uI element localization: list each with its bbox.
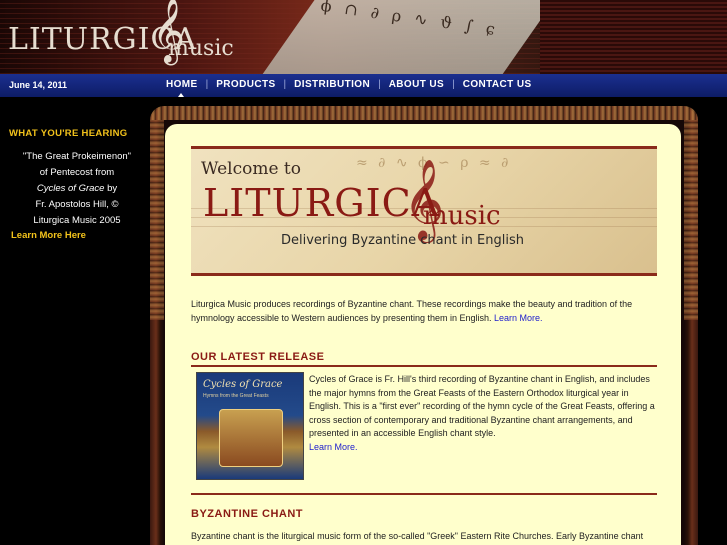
intro-paragraph: Liturgica Music produces recordings of B… bbox=[191, 297, 661, 325]
main-navbar: June 14, 2011 HOME | PRODUCTS | DISTRIBU… bbox=[0, 74, 727, 97]
section-divider bbox=[191, 493, 657, 495]
banner-music-word: music bbox=[423, 201, 501, 231]
nav-separator: | bbox=[283, 79, 287, 90]
track-source: of Pentecost from bbox=[39, 167, 115, 178]
frame-ornament-top bbox=[150, 106, 698, 120]
nav-home[interactable]: HOME bbox=[166, 79, 198, 90]
learn-more-here-link[interactable]: Learn More Here bbox=[11, 230, 86, 241]
main-content: ≈ ∂ ∿ ϕ ∽ ρ ≈ ∂ Welcome to LITURGICA 𝄞 m… bbox=[165, 124, 681, 545]
icon-artwork bbox=[219, 409, 283, 467]
header-stripe-decoration bbox=[540, 0, 727, 74]
logo-music-word: music bbox=[168, 36, 234, 61]
artist-credit: Fr. Apostolos Hill, © bbox=[35, 199, 119, 210]
welcome-banner: ≈ ∂ ∿ ϕ ∽ ρ ≈ ∂ Welcome to LITURGICA 𝄞 m… bbox=[191, 146, 657, 276]
album-by: by bbox=[104, 183, 118, 194]
release-text: Cycles of Grace is Fr. Hill's third reco… bbox=[309, 374, 655, 438]
latest-release-heading: OUR LATEST RELEASE bbox=[191, 351, 325, 363]
left-sidebar: WHAT YOU'RE HEARING "The Great Prokeimen… bbox=[0, 97, 150, 545]
banner-welcome-text: Welcome to bbox=[201, 159, 301, 179]
album-cover-subtitle: Hymns from the Great Feasts bbox=[203, 393, 269, 399]
now-playing-description: "The Great Prokeimenon" of Pentecost fro… bbox=[6, 149, 148, 229]
album-cover-title: Cycles of Grace bbox=[203, 379, 283, 390]
nav-distribution[interactable]: DISTRIBUTION bbox=[294, 79, 370, 90]
active-nav-indicator-icon bbox=[178, 93, 184, 97]
nav-separator: | bbox=[378, 79, 381, 90]
track-title: "The Great Prokeimenon" bbox=[22, 151, 132, 162]
byzantine-chant-paragraph: Byzantine chant is the liturgical music … bbox=[191, 531, 644, 541]
site-header: ϕ ∩ ∂ ρ ∿ ϑ ∫ ɕ LITURGICA 𝄞 music bbox=[0, 0, 727, 74]
copyright-line: Liturgica Music 2005 bbox=[33, 215, 121, 226]
intro-learn-more-link[interactable]: Learn More. bbox=[494, 313, 543, 323]
frame-ornament-left bbox=[150, 120, 164, 320]
album-credit: Cycles of Grace by bbox=[6, 181, 148, 197]
nav-menu: HOME | PRODUCTS | DISTRIBUTION | ABOUT U… bbox=[166, 79, 532, 90]
site-logo[interactable]: LITURGICA 𝄞 music bbox=[8, 0, 234, 63]
now-playing-heading: WHAT YOU'RE HEARING bbox=[9, 128, 128, 139]
album-name: Cycles of Grace bbox=[36, 183, 105, 194]
current-date: June 14, 2011 bbox=[9, 80, 68, 90]
nav-separator: | bbox=[205, 79, 209, 90]
nav-products[interactable]: PRODUCTS bbox=[216, 79, 275, 90]
section-divider bbox=[191, 365, 657, 367]
nav-separator: | bbox=[452, 79, 455, 90]
banner-tagline: Delivering Byzantine chant in English bbox=[281, 233, 524, 248]
intro-text: Liturgica Music produces recordings of B… bbox=[191, 299, 633, 323]
album-cover-image[interactable]: Cycles of Grace Hymns from the Great Fea… bbox=[196, 372, 304, 480]
nav-about-us[interactable]: ABOUT US bbox=[389, 79, 444, 90]
byzantine-chant-heading: BYZANTINE CHANT bbox=[191, 508, 303, 520]
release-description: Cycles of Grace is Fr. Hill's third reco… bbox=[309, 373, 659, 454]
frame-ornament-right bbox=[684, 120, 698, 320]
nav-contact-us[interactable]: CONTACT US bbox=[463, 79, 532, 90]
release-learn-more-link[interactable]: Learn More. bbox=[309, 442, 358, 452]
